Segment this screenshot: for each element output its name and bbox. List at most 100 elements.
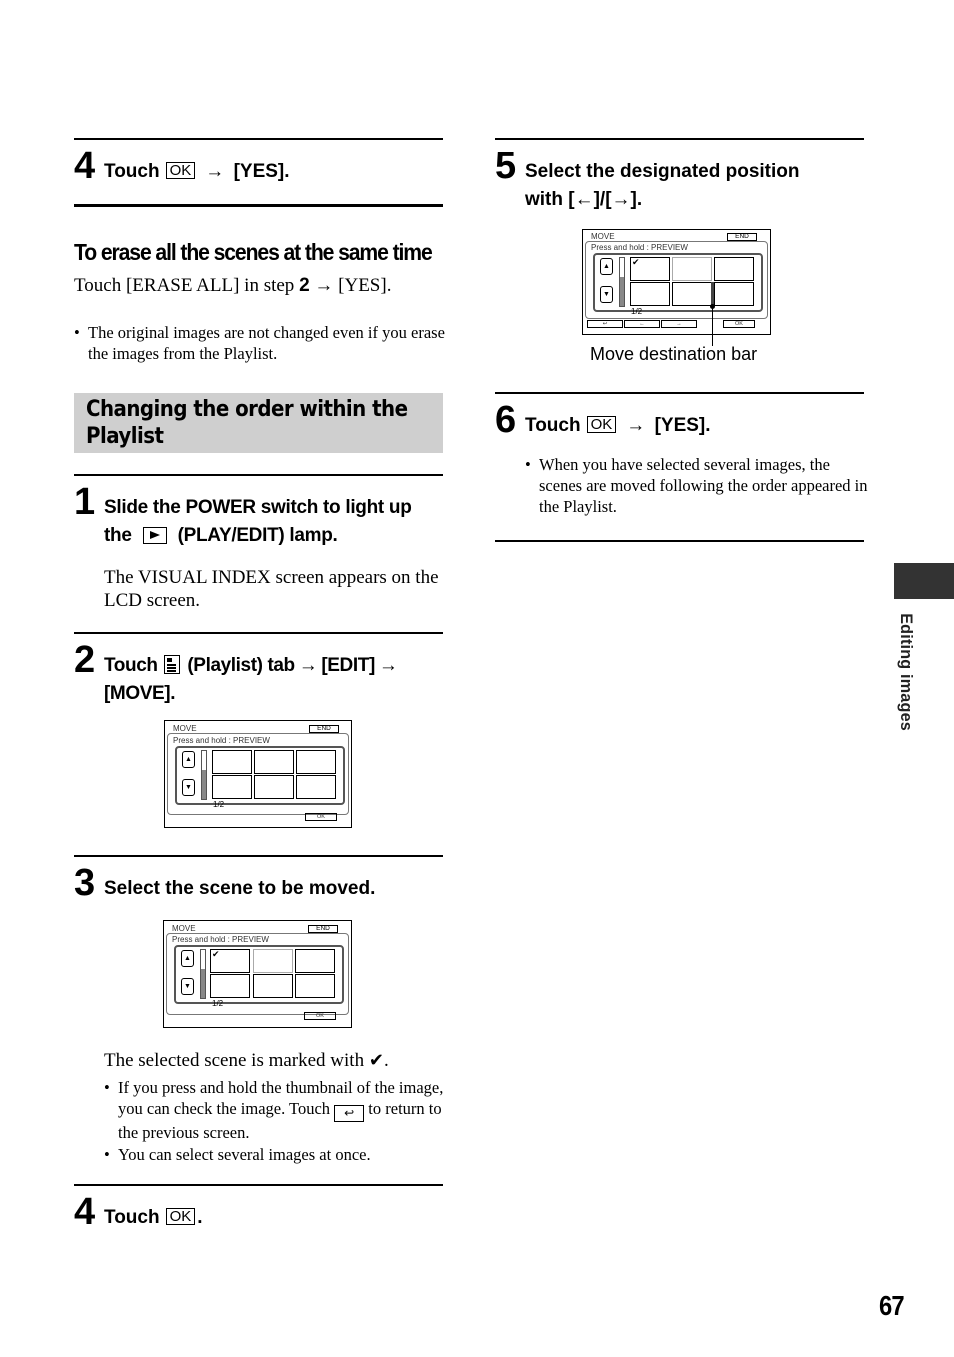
text: [YES]. [333, 275, 392, 296]
section-title-line: Playlist [86, 424, 164, 449]
divider [74, 204, 443, 207]
lcd-thumbnail [212, 775, 252, 799]
lcd-thumbnail [254, 750, 294, 774]
step-4-instruction: Touch OK → [YES]. [104, 158, 290, 186]
check-icon: ✔ [632, 257, 640, 267]
divider [74, 138, 443, 140]
lcd-end-button: END [309, 725, 339, 733]
step-number: 5 [495, 145, 517, 187]
step-1-instruction: Slide the POWER switch to light up the (… [104, 494, 412, 550]
lcd-end-button: END [308, 925, 338, 933]
step-text: Touch [104, 1207, 160, 1228]
step-text: [EDIT] [321, 655, 375, 676]
play-edit-icon [142, 527, 167, 544]
lcd-up-button: ▲ [182, 751, 195, 768]
lcd-thumbnail [630, 282, 670, 306]
lcd-page-indicator: 1/2 [631, 307, 643, 316]
lcd-hint: Press and hold : PREVIEW [172, 935, 269, 944]
lcd-move-screen: MOVE END Press and hold : PREVIEW ▲ ▼ ✔ … [582, 229, 771, 335]
lcd-thumbnail [672, 257, 712, 281]
ok-button-icon: OK [165, 1208, 196, 1225]
lcd-thumbnail [253, 949, 293, 973]
lcd-page-indicator: 1/2 [212, 999, 224, 1008]
step-2-instruction: Touch (Playlist) tab → [EDIT] → [MOVE]. [104, 652, 402, 708]
text: The selected scene is marked with [104, 1050, 365, 1071]
divider [495, 138, 864, 140]
lcd-thumbnail [296, 775, 336, 799]
step-4-bottom-instruction: Touch OK. [104, 1204, 203, 1232]
lcd-ok-button: OK [304, 1012, 336, 1020]
lcd-title: MOVE [591, 232, 615, 241]
arrow-icon: → [378, 655, 398, 676]
step-6-instruction: Touch OK → [YES]. [525, 412, 711, 440]
lcd-down-button: ▼ [600, 286, 613, 303]
arrow-icon: → [298, 655, 318, 676]
lcd-thumbnail-selected: ✔ [210, 949, 250, 973]
page-number: 67 [879, 1290, 905, 1321]
ok-button-icon: OK [586, 416, 617, 433]
check-icon: ✔ [212, 949, 220, 959]
lcd-thumbnail [212, 750, 252, 774]
step-text: . [197, 1207, 203, 1228]
playlist-icon [164, 655, 181, 674]
lcd-title: MOVE [172, 924, 196, 933]
step-text: (PLAY/EDIT) lamp. [177, 525, 338, 546]
lcd-return-button: ↩ [587, 320, 623, 328]
step-number: 6 [495, 399, 517, 441]
step-number: 2 [74, 639, 96, 681]
step-text: [MOVE]. [104, 683, 176, 704]
step-number: 1 [74, 481, 96, 523]
step-text: Touch [104, 655, 158, 676]
step-5-instruction: Select the designated position with [←]/… [525, 158, 800, 214]
note-bullet: You can select several images at once. [104, 1144, 454, 1165]
check-icon: ✔ [368, 1050, 384, 1071]
step-text: [YES]. [654, 415, 711, 436]
erase-all-instruction: Touch [ERASE ALL] in step 2 → [YES]. [74, 274, 391, 297]
text: Touch [ERASE ALL] in step [74, 275, 300, 296]
lcd-right-button: → [661, 320, 697, 328]
divider [74, 474, 443, 476]
note-bullet: When you have selected several images, t… [525, 454, 877, 517]
lcd-up-button: ▲ [600, 258, 613, 275]
lcd-title: MOVE [173, 724, 197, 733]
step-number: 4 [74, 1191, 96, 1233]
step-number: 3 [74, 862, 96, 904]
note-bullet: If you press and hold the thumbnail of t… [104, 1077, 454, 1143]
arrow-icon: → [626, 415, 646, 436]
callout-line [712, 305, 713, 346]
erase-all-heading: To erase all the scenes at the same time [74, 239, 433, 265]
lcd-thumbnail [714, 282, 754, 306]
arrow-icon: → [314, 275, 334, 296]
step-number: 4 [74, 145, 96, 187]
chapter-tab [894, 563, 954, 599]
lcd-thumbnail [253, 974, 293, 998]
step-text: [YES]. [233, 161, 290, 182]
lcd-move-screen: MOVE END Press and hold : PREVIEW ▲ ▼ 1/… [164, 720, 352, 828]
divider [74, 1184, 443, 1186]
section-title: Changing the order within the Playlist [86, 396, 408, 450]
lcd-end-button: END [727, 233, 757, 241]
step-1-description: The VISUAL INDEX screen appears on the L… [104, 567, 439, 611]
return-icon: ↩ [334, 1105, 365, 1122]
lcd-hint: Press and hold : PREVIEW [173, 736, 270, 745]
callout-label: Move destination bar [590, 344, 758, 364]
selected-scene-note: The selected scene is marked with ✔. [104, 1050, 389, 1071]
step-text: Touch [104, 161, 160, 182]
ok-button-icon: OK [165, 162, 196, 179]
note-bullet: The original images are not changed even… [74, 322, 454, 364]
chapter-label: Editing images [897, 613, 915, 731]
lcd-thumbnail [296, 750, 336, 774]
lcd-scrollbar [200, 949, 206, 999]
lcd-page-indicator: 1/2 [213, 800, 225, 809]
step-3-instruction: Select the scene to be moved. [104, 878, 376, 899]
lcd-up-button: ▲ [181, 950, 194, 967]
step-text: Slide the POWER switch to light up [104, 497, 412, 518]
lcd-scrollbar [619, 257, 625, 307]
step-text: the [104, 525, 132, 546]
lcd-thumbnail-selected: ✔ [630, 257, 670, 281]
divider [495, 392, 864, 394]
section-title-line: Changing the order within the [86, 397, 408, 422]
move-destination-bar [711, 282, 714, 306]
arrow-icon: → [205, 161, 225, 182]
divider [74, 632, 443, 634]
